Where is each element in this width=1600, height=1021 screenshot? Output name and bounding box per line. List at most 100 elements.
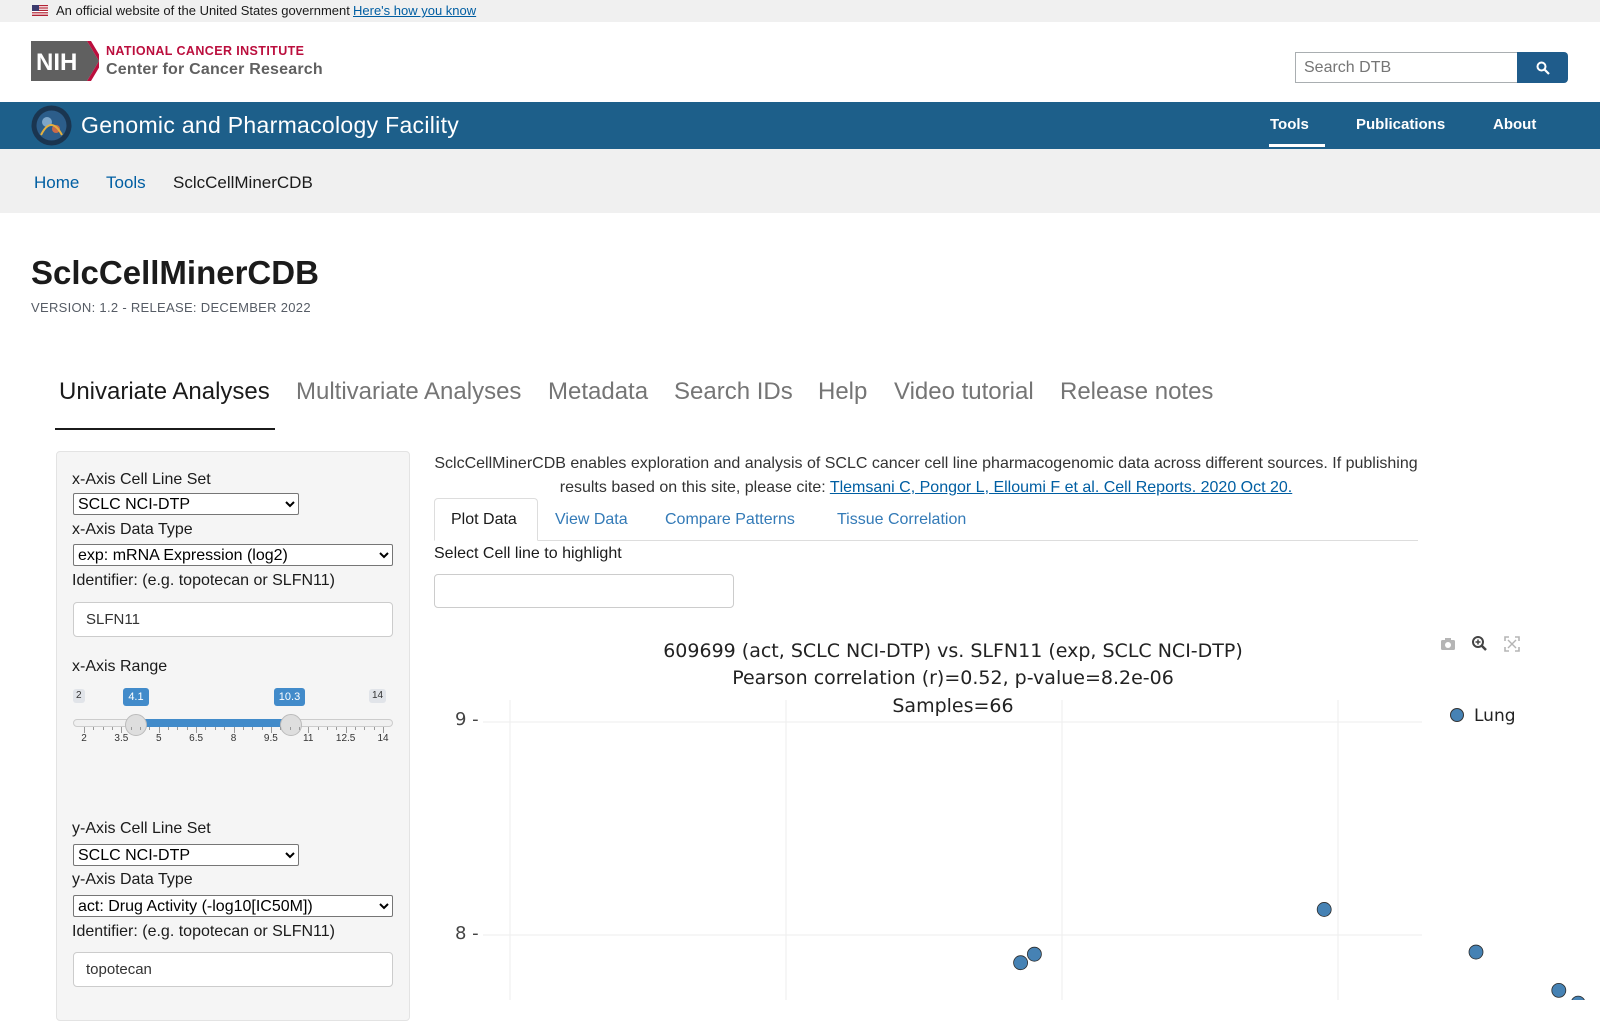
x-range-label: x-Axis Range (72, 658, 168, 675)
tab-multivariate-analyses[interactable]: Multivariate Analyses (296, 378, 521, 406)
y-data-type-label: y-Axis Data Type (72, 871, 193, 888)
slider-min-label: 2 (73, 689, 85, 703)
scatter-point[interactable] (1551, 982, 1567, 998)
how-you-know-link[interactable]: Here's how you know (353, 3, 476, 18)
slider-minor-tick (149, 727, 151, 730)
slider-minor-tick (354, 727, 356, 730)
search-icon (1536, 61, 1550, 75)
subtab-compare-patterns[interactable]: Compare Patterns (665, 511, 795, 529)
tab-help[interactable]: Help (818, 378, 867, 406)
x-range-slider-bar[interactable] (136, 719, 291, 727)
scatter-point[interactable] (1013, 955, 1028, 971)
slider-minor-tick (326, 727, 328, 730)
x-identifier-label: Identifier: (e.g. topotecan or SLFN11) (72, 572, 335, 589)
tab-video-tutorial[interactable]: Video tutorial (894, 378, 1034, 406)
slider-max-label: 14 (369, 689, 387, 703)
subtab-plot-data[interactable]: Plot Data (451, 511, 517, 529)
us-flag-icon (32, 5, 48, 16)
y-data-type-select[interactable]: act: Drug Activity (-log10[IC50M]) (73, 895, 393, 917)
slider-from-label: 4.1 (123, 688, 149, 706)
search-button[interactable] (1517, 52, 1568, 83)
slider-minor-tick (289, 727, 291, 730)
slider-tick-label: 3.5 (114, 733, 129, 744)
slider-minor-tick (224, 727, 226, 730)
breadcrumb-home[interactable]: Home (34, 173, 79, 193)
y-tick-8: 8 - (455, 923, 479, 944)
facility-name[interactable]: Genomic and Pharmacology Facility (81, 112, 459, 139)
y-cell-line-select[interactable]: SCLC NCI-DTP (73, 844, 299, 866)
slider-tick-label: 9.5 (263, 733, 278, 744)
slider-minor-tick (317, 727, 319, 730)
plot-title-line-2: Pearson correlation (r)=0.52, p-value=8.… (732, 667, 1174, 689)
y-tick-9: 9 - (455, 709, 479, 730)
x-data-type-select[interactable]: exp: mRNA Expression (log2) (73, 544, 393, 566)
slider-minor-tick (252, 727, 254, 730)
nav-active-underline (1269, 144, 1325, 147)
main-tab-active-underline (55, 428, 275, 430)
subtab-view-data[interactable]: View Data (555, 511, 628, 529)
search-input[interactable] (1295, 52, 1518, 83)
x-identifier-input[interactable] (73, 602, 393, 637)
x-data-type-label: x-Axis Data Type (72, 521, 193, 538)
scatter-point[interactable] (1468, 944, 1484, 960)
plot-title-line-3: Samples=66 (892, 695, 1014, 717)
nih-logo[interactable]: NIH (31, 41, 99, 81)
nav-publications[interactable]: Publications (1356, 116, 1445, 133)
gov-banner: An official website of the United States… (0, 0, 1600, 22)
tab-search-ids[interactable]: Search IDs (674, 378, 793, 406)
zoom-icon[interactable] (1470, 634, 1490, 654)
slider-minor-tick (177, 727, 179, 730)
highlight-cell-line-input[interactable] (434, 574, 734, 608)
slider-minor-tick (112, 727, 114, 730)
slider-tick-label: 14 (377, 733, 389, 744)
gov-banner-text: An official website of the United States… (56, 3, 350, 18)
slider-minor-tick (102, 727, 104, 730)
slider-minor-tick (298, 727, 300, 730)
slider-minor-tick (186, 727, 188, 730)
plot-title-line-1: 609699 (act, SCLC NCI-DTP) vs. SLFN11 (e… (663, 640, 1243, 662)
slider-minor-tick (130, 727, 132, 730)
slider-minor-tick (140, 727, 142, 730)
subtab-tissue-correlation[interactable]: Tissue Correlation (837, 511, 966, 529)
subtab-divider (434, 540, 1418, 541)
nav-about[interactable]: About (1493, 116, 1536, 133)
facility-nav-bar: Genomic and Pharmacology Facility Tools … (0, 102, 1600, 149)
slider-minor-tick (261, 727, 263, 730)
slider-minor-tick (168, 727, 170, 730)
version-text: VERSION: 1.2 - RELEASE: DECEMBER 2022 (31, 300, 311, 315)
highlight-label: Select Cell line to highlight (434, 545, 622, 562)
legend[interactable]: Lung (1450, 706, 1516, 726)
legend-label: Lung (1474, 706, 1516, 726)
facility-logo-icon[interactable] (31, 105, 72, 146)
breadcrumb: Home Tools SclcCellMinerCDB (0, 149, 1600, 213)
slider-minor-tick (373, 727, 375, 730)
tab-release-notes[interactable]: Release notes (1060, 378, 1213, 406)
tab-metadata[interactable]: Metadata (548, 378, 648, 406)
slider-minor-tick (336, 727, 338, 730)
slider-minor-tick (205, 727, 207, 730)
y-identifier-label: Identifier: (e.g. topotecan or SLFN11) (72, 923, 335, 940)
ccr-name: Center for Cancer Research (106, 61, 323, 78)
camera-icon[interactable] (1438, 634, 1458, 654)
slider-tick-label: 6.5 (189, 733, 204, 744)
breadcrumb-tools[interactable]: Tools (106, 173, 146, 193)
citation-link[interactable]: Tlemsani C, Pongor L, Elloumi F et al. C… (830, 479, 1292, 496)
nci-name: NATIONAL CANCER INSTITUTE (106, 44, 305, 58)
scatter-point[interactable] (1027, 946, 1042, 962)
slider-minor-tick (242, 727, 244, 730)
site-header: NIH NATIONAL CANCER INSTITUTE Center for… (0, 22, 1600, 102)
slider-minor-tick (364, 727, 366, 730)
breadcrumb-current: SclcCellMinerCDB (173, 173, 313, 192)
y-identifier-input[interactable] (73, 952, 393, 987)
x-cell-line-label: x-Axis Cell Line Set (72, 471, 211, 488)
scatter-point[interactable] (1571, 995, 1585, 1000)
x-cell-line-select[interactable]: SCLC NCI-DTP (73, 493, 299, 515)
nav-tools[interactable]: Tools (1270, 116, 1309, 133)
slider-tick-label: 12.5 (335, 733, 356, 744)
y-cell-line-label: y-Axis Cell Line Set (72, 820, 211, 837)
tab-univariate-analyses[interactable]: Univariate Analyses (59, 378, 270, 406)
scatter-point[interactable] (1316, 902, 1332, 917)
intro-text: SclcCellMinerCDB enables exploration and… (434, 452, 1418, 500)
slider-tick-label: 8 (230, 733, 237, 744)
autoscale-icon[interactable] (1502, 634, 1522, 654)
